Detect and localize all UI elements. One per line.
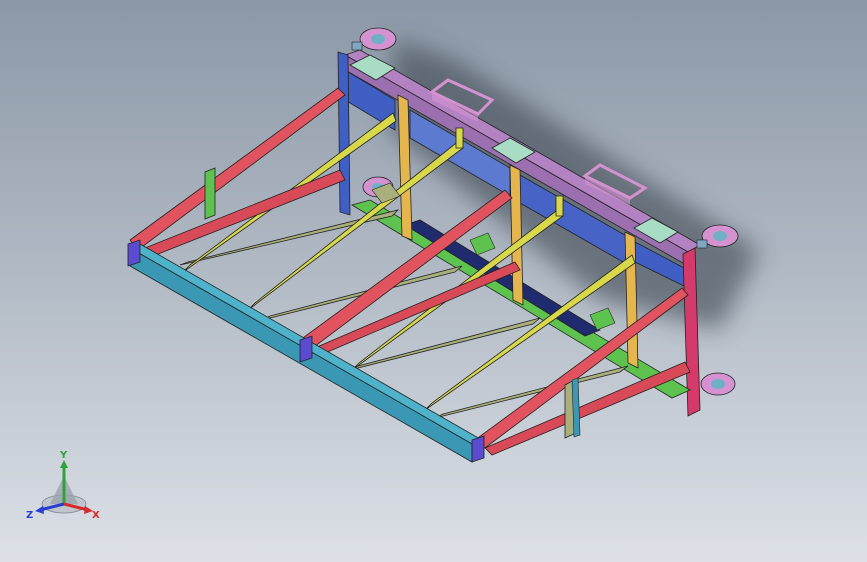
corner-block-left	[127, 239, 141, 267]
red-strut-4	[309, 261, 521, 357]
caster-top-left	[351, 27, 397, 51]
z-axis-label: Z	[26, 510, 33, 521]
red-strut-5	[474, 287, 689, 449]
red-strut-1	[129, 87, 346, 251]
support-arm-4	[424, 254, 636, 411]
cad-viewport[interactable]	[0, 0, 867, 562]
caster-bottom-right	[700, 372, 736, 396]
view-orientation-triad[interactable]: Y X Z	[22, 446, 106, 524]
corner-block-right	[471, 435, 485, 463]
x-axis-label: X	[92, 510, 100, 521]
base-tab-2	[469, 232, 496, 256]
red-strut-6	[484, 361, 691, 456]
y-axis-label: Y	[59, 450, 68, 461]
support-arm-2	[247, 139, 464, 311]
corner-block-mid	[299, 335, 313, 363]
left-side-bracket	[204, 167, 216, 220]
back-left-post	[337, 51, 351, 216]
